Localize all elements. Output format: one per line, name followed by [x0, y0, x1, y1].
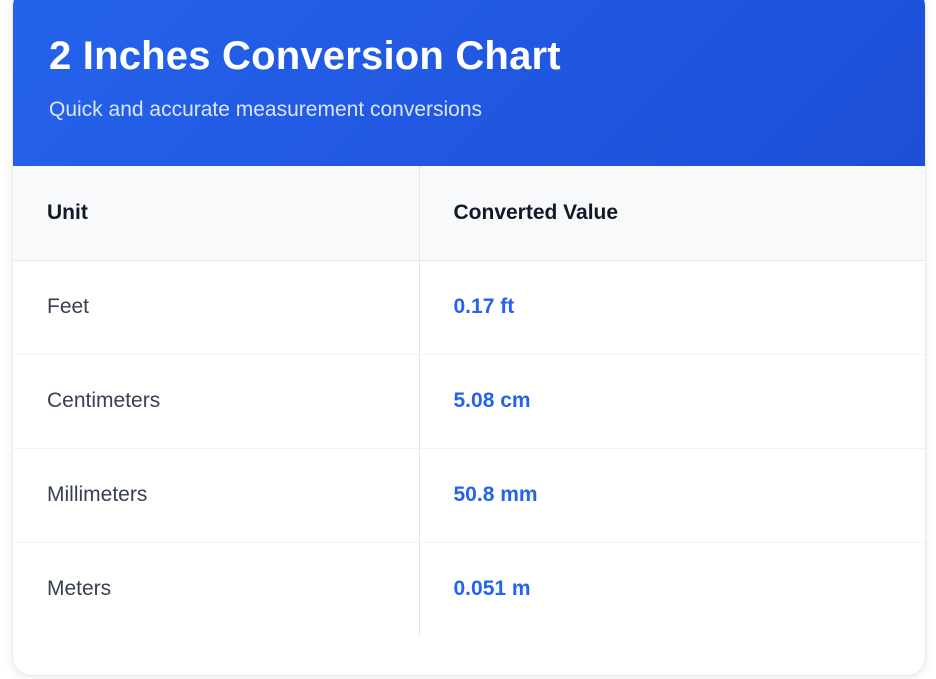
value-cell: 0.051 m [453, 577, 531, 601]
column-header-unit: Unit [13, 166, 420, 261]
value-cell: 0.17 ft [419, 260, 925, 355]
conversion-table: Unit Converted Value Feet 0.17 ft Centim… [13, 166, 925, 636]
table-header: Unit Converted Value [13, 166, 925, 261]
value-cell: 5.08 cm [419, 354, 925, 449]
table-row: Millimeters 50.8 mm [13, 448, 925, 543]
conversion-card: 2 Inches Conversion Chart Quick and accu… [13, 0, 925, 675]
column-header-converted-value: Converted Value [419, 166, 925, 261]
unit-cell: Millimeters [13, 448, 420, 543]
page-title: 2 Inches Conversion Chart [49, 34, 561, 78]
unit-cell: Meters [13, 542, 420, 636]
card-header: 2 Inches Conversion Chart Quick and accu… [13, 0, 925, 166]
table-body: Feet 0.17 ft Centimeters 5.08 cm Millime… [13, 260, 925, 636]
table-row: Centimeters 5.08 cm [13, 354, 925, 449]
unit-cell: Centimeters [13, 354, 420, 449]
value-cell: 50.8 mm [419, 448, 925, 543]
page-subtitle: Quick and accurate measurement conversio… [49, 98, 483, 121]
card-footer [13, 638, 925, 675]
table-row: Feet 0.17 ft [13, 260, 925, 355]
table-header-row: Unit Converted Value [13, 166, 925, 261]
table-row: Meters 0.051 m [13, 542, 925, 636]
unit-cell: Feet [13, 260, 420, 355]
